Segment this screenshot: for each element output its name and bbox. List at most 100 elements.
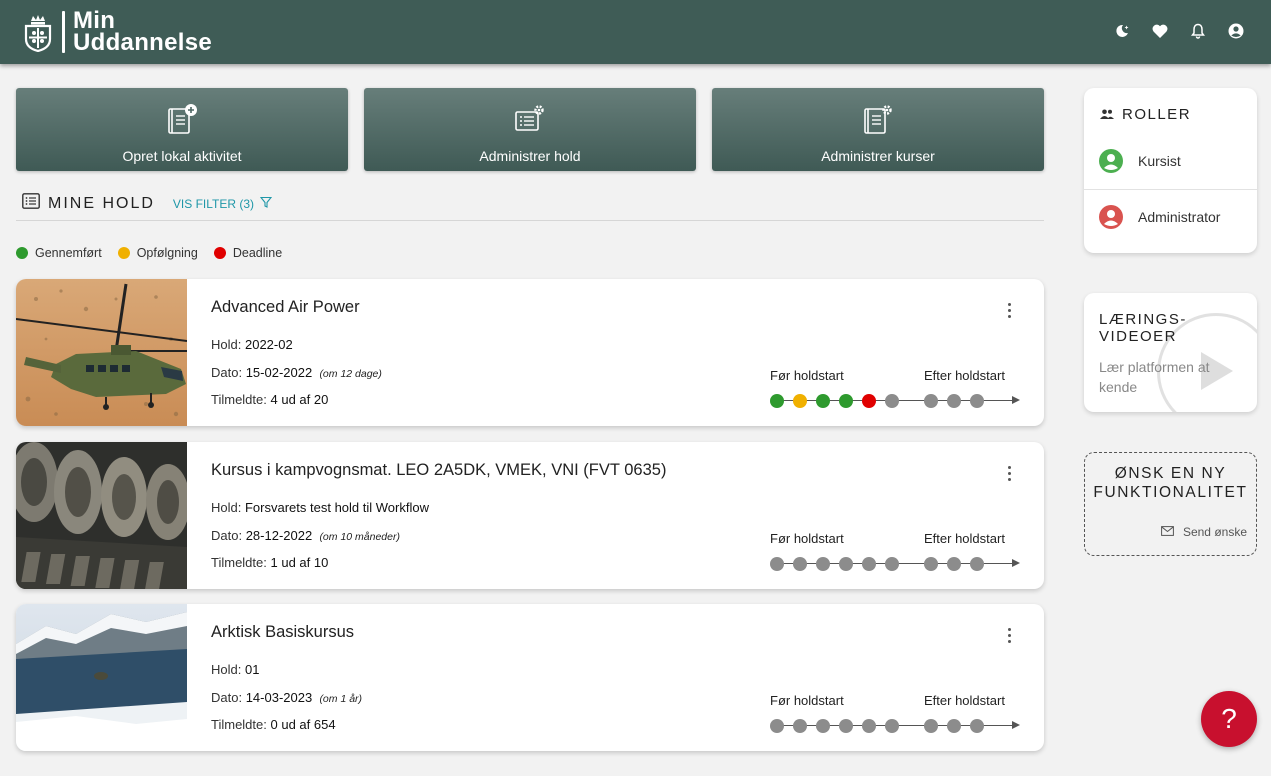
date-row: Dato: 28-12-2022 (om 10 måneder) bbox=[211, 528, 400, 543]
date-value: 14-03-2023 bbox=[245, 690, 313, 705]
team-label: Hold: bbox=[211, 662, 242, 677]
progress-timeline bbox=[770, 556, 1020, 572]
progress-timeline bbox=[770, 718, 1020, 734]
top-navigation-bar: Min Uddannelse bbox=[0, 0, 1271, 64]
timeline-step-pending[interactable] bbox=[924, 394, 938, 408]
people-icon bbox=[1100, 106, 1114, 123]
book-plus-icon bbox=[165, 103, 199, 137]
timeline-arrow-icon bbox=[1012, 396, 1020, 404]
learning-videos-card[interactable]: LÆRINGS- VIDEOER Lær platformen at kende bbox=[1084, 293, 1257, 412]
more-options-icon[interactable] bbox=[1003, 466, 1015, 486]
timeline-step-deadline[interactable] bbox=[862, 394, 876, 408]
enrolled-value: 1 ud af 10 bbox=[270, 555, 329, 570]
before-start-label: Før holdstart bbox=[770, 531, 844, 546]
timeline-step-pending[interactable] bbox=[924, 719, 938, 733]
arctic-fjord-photo bbox=[16, 604, 187, 751]
brand-name: Min Uddannelse bbox=[73, 9, 213, 56]
before-start-label: Før holdstart bbox=[770, 693, 844, 708]
timeline-step-pending[interactable] bbox=[947, 719, 961, 733]
timeline-step-pending[interactable] bbox=[862, 557, 876, 571]
feature-request-line-2: FUNKTIONALITET bbox=[1093, 484, 1248, 501]
timeline-step-pending[interactable] bbox=[924, 557, 938, 571]
more-options-icon[interactable] bbox=[1003, 628, 1015, 648]
course-title: Advanced Air Power bbox=[211, 298, 360, 316]
help-button[interactable]: ? bbox=[1201, 691, 1257, 747]
timeline-step-pending[interactable] bbox=[947, 394, 961, 408]
brand-divider bbox=[62, 11, 65, 53]
role-administrator[interactable]: Administrator bbox=[1084, 192, 1257, 242]
user-account-icon[interactable] bbox=[1227, 20, 1245, 42]
course-card[interactable]: Advanced Air Power Hold: 2022-02 Dato: 1… bbox=[16, 279, 1044, 426]
send-wish-label: Send ønske bbox=[1182, 525, 1247, 539]
team-row: Hold: Forsvarets test hold til Workflow bbox=[211, 500, 429, 515]
royal-crest-icon bbox=[22, 11, 54, 53]
relative-date: (om 10 måneder) bbox=[319, 531, 400, 543]
enrolled-label: Tilmeldte: bbox=[211, 717, 267, 732]
enrolled-value: 4 ud af 20 bbox=[270, 392, 329, 407]
date-label: Dato: bbox=[211, 365, 243, 380]
team-value: Forsvarets test hold til Workflow bbox=[244, 500, 429, 515]
send-wish-link[interactable]: Send ønske bbox=[1161, 525, 1247, 539]
favorites-heart-icon[interactable] bbox=[1151, 20, 1169, 42]
my-teams-header: MINE HOLD VIS FILTER (3) bbox=[22, 193, 273, 214]
team-row: Hold: 2022-02 bbox=[211, 337, 293, 352]
timeline-step-pending[interactable] bbox=[970, 719, 984, 733]
manage-teams-button[interactable]: Administrer hold bbox=[364, 88, 696, 171]
enrolled-value: 0 ud af 654 bbox=[270, 717, 336, 732]
timeline-step-pending[interactable] bbox=[970, 394, 984, 408]
timeline-step-pending[interactable] bbox=[770, 557, 784, 571]
after-start-label: Efter holdstart bbox=[924, 531, 1005, 546]
show-filter-link[interactable]: VIS FILTER (3) bbox=[172, 196, 273, 211]
theme-toggle-icon[interactable] bbox=[1113, 20, 1131, 42]
enrolled-row: Tilmeldte: 1 ud af 10 bbox=[211, 555, 328, 570]
date-row: Dato: 14-03-2023 (om 1 år) bbox=[211, 690, 362, 705]
timeline-step-pending[interactable] bbox=[970, 557, 984, 571]
enrolled-row: Tilmeldte: 0 ud af 654 bbox=[211, 717, 336, 732]
more-options-icon[interactable] bbox=[1003, 303, 1015, 323]
date-label: Dato: bbox=[211, 528, 243, 543]
date-row: Dato: 15-02-2022 (om 12 dage) bbox=[211, 365, 382, 380]
legend-dot bbox=[213, 247, 226, 259]
feature-request-title: ØNSK EN NY FUNKTIONALITET bbox=[1085, 464, 1256, 502]
timeline-step-pending[interactable] bbox=[839, 719, 853, 733]
notifications-bell-icon[interactable] bbox=[1189, 20, 1207, 42]
legend-label: Gennemført bbox=[35, 246, 102, 260]
team-value: 01 bbox=[244, 662, 260, 677]
manage-courses-button[interactable]: Administrer kurser bbox=[712, 88, 1044, 171]
team-label: Hold: bbox=[211, 500, 242, 515]
roles-header: ROLLER bbox=[1100, 106, 1191, 123]
timeline-step-pending[interactable] bbox=[947, 557, 961, 571]
feature-request-line-1: ØNSK EN NY bbox=[1114, 465, 1227, 482]
avatar-icon bbox=[1099, 149, 1123, 173]
brand-logo[interactable]: Min Uddannelse bbox=[22, 0, 212, 64]
timeline-step-pending[interactable] bbox=[885, 394, 899, 408]
course-card[interactable]: Arktisk Basiskursus Hold: 01 Dato: 14-03… bbox=[16, 604, 1044, 751]
timeline-step-followup[interactable] bbox=[793, 394, 807, 408]
relative-date: (om 12 dage) bbox=[319, 368, 382, 380]
tile-label: Administrer hold bbox=[479, 148, 581, 164]
timeline-step-pending[interactable] bbox=[816, 719, 830, 733]
roles-divider bbox=[1084, 189, 1257, 190]
create-local-activity-button[interactable]: Opret lokal aktivitet bbox=[16, 88, 348, 171]
brand-line-2: Uddannelse bbox=[73, 29, 213, 56]
course-card[interactable]: Kursus i kampvognsmat. LEO 2A5DK, VMEK, … bbox=[16, 442, 1044, 589]
filter-label: VIS FILTER (3) bbox=[172, 196, 255, 211]
timeline-step-pending[interactable] bbox=[885, 719, 899, 733]
role-student[interactable]: Kursist bbox=[1084, 136, 1257, 186]
timeline-step-done[interactable] bbox=[770, 394, 784, 408]
course-title: Kursus i kampvognsmat. LEO 2A5DK, VMEK, … bbox=[211, 461, 667, 479]
timeline-step-pending[interactable] bbox=[816, 557, 830, 571]
roles-title: ROLLER bbox=[1122, 106, 1192, 123]
timeline-step-pending[interactable] bbox=[793, 557, 807, 571]
timeline-step-done[interactable] bbox=[839, 394, 853, 408]
timeline-step-pending[interactable] bbox=[885, 557, 899, 571]
roles-panel: ROLLER Kursist Administrator bbox=[1084, 88, 1257, 253]
timeline-step-pending[interactable] bbox=[862, 719, 876, 733]
timeline-step-pending[interactable] bbox=[839, 557, 853, 571]
after-start-label: Efter holdstart bbox=[924, 368, 1005, 383]
course-title: Arktisk Basiskursus bbox=[211, 623, 355, 641]
team-label: Hold: bbox=[211, 337, 242, 352]
timeline-step-pending[interactable] bbox=[793, 719, 807, 733]
timeline-step-pending[interactable] bbox=[770, 719, 784, 733]
timeline-step-done[interactable] bbox=[816, 394, 830, 408]
